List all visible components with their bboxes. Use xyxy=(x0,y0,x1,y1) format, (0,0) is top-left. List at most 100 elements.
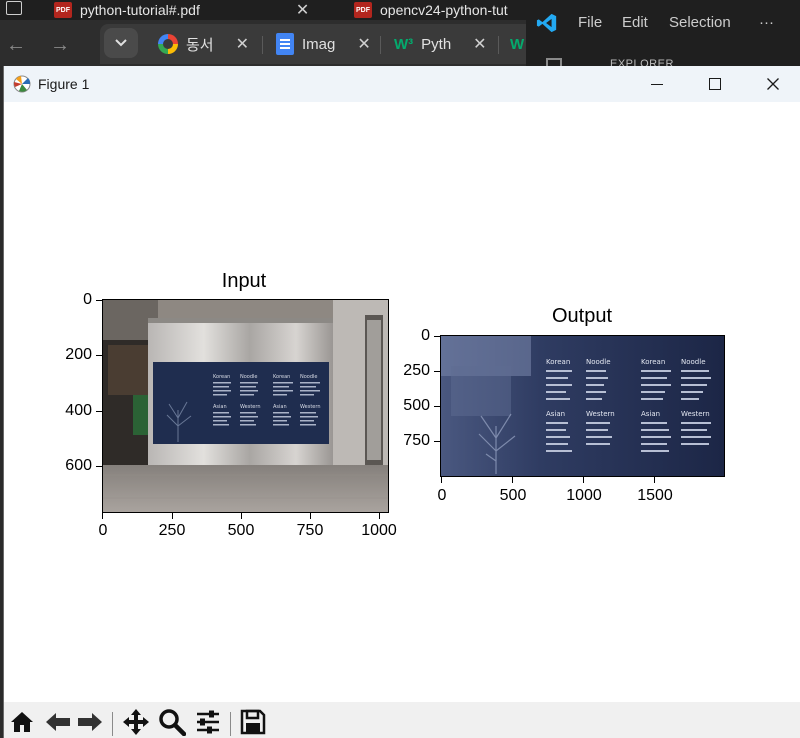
input-image: Korean Noodle Korean Noodle Asian Wester… xyxy=(103,300,388,512)
x-tick-mark xyxy=(310,513,311,519)
pdf-icon: PDF xyxy=(54,2,72,18)
w3schools-icon: W xyxy=(510,35,525,53)
svg-text:Western: Western xyxy=(300,404,321,410)
y-tick-label: 600 xyxy=(65,457,92,474)
tab-label: opencv24-python-tut xyxy=(380,2,508,18)
forward-arrow-icon[interactable]: → xyxy=(50,34,70,57)
google-icon xyxy=(158,34,178,54)
tab-label: Imag xyxy=(302,35,336,53)
y-tick-label: 750 xyxy=(403,432,430,449)
x-tick-mark xyxy=(512,477,513,483)
x-tick-label: 250 xyxy=(158,522,186,539)
tab-w3-partial[interactable]: W xyxy=(510,34,524,54)
close-button[interactable] xyxy=(744,66,800,102)
x-tick-mark xyxy=(172,513,173,519)
tab-label: 동서 xyxy=(186,36,214,54)
tab-label: python-tutorial#.pdf xyxy=(80,2,200,18)
floppy-disk-icon xyxy=(240,709,266,735)
x-tick-label: 750 xyxy=(296,522,324,539)
forward-button[interactable] xyxy=(76,708,104,736)
toolbar-separator xyxy=(112,712,113,736)
home-button[interactable] xyxy=(8,708,36,736)
svg-text:Asian: Asian xyxy=(546,410,565,418)
y-tick-label: 250 xyxy=(403,362,430,379)
figure-titlebar: Figure 1 xyxy=(4,66,800,102)
x-tick-mark xyxy=(583,477,584,483)
input-image-axes[interactable]: Korean Noodle Korean Noodle Asian Wester… xyxy=(102,299,389,513)
y-tick-mark xyxy=(434,336,440,337)
x-tick-mark xyxy=(654,477,655,483)
svg-text:Asian: Asian xyxy=(213,404,227,410)
menu-selection[interactable]: Selection xyxy=(669,14,731,31)
tab-actions-icon[interactable] xyxy=(6,1,22,15)
axes-title-output: Output xyxy=(551,305,613,327)
pdf-icon: PDF xyxy=(354,2,372,18)
x-tick-label: 0 xyxy=(437,487,447,504)
x-tick-label: 1000 xyxy=(361,522,397,539)
back-arrow-icon[interactable]: ← xyxy=(6,34,26,57)
y-tick-label: 500 xyxy=(403,397,430,414)
menu-edit[interactable]: Edit xyxy=(622,14,648,31)
tab-w3-python[interactable]: W³ Pyth ✕ xyxy=(394,34,487,54)
tab-divider xyxy=(262,36,263,54)
y-tick-mark xyxy=(96,355,102,356)
x-tick-mark xyxy=(379,513,380,519)
save-button[interactable] xyxy=(239,708,267,736)
y-tick-mark xyxy=(434,441,440,442)
back-icon xyxy=(46,713,70,731)
home-icon xyxy=(11,712,33,732)
output-image-axes[interactable]: Korean Noodle Korean Noodle Asian Wester… xyxy=(440,335,725,477)
svg-text:Korean: Korean xyxy=(546,358,570,366)
svg-text:Western: Western xyxy=(681,410,710,418)
y-tick-label: 200 xyxy=(65,346,92,363)
pan-button[interactable] xyxy=(122,708,150,736)
x-tick-label: 0 xyxy=(98,522,108,539)
close-icon[interactable]: ✕ xyxy=(236,34,249,54)
y-tick-label: 400 xyxy=(65,402,92,419)
svg-text:Western: Western xyxy=(586,410,615,418)
forward-icon xyxy=(78,713,102,731)
x-tick-label: 1000 xyxy=(566,487,602,504)
close-icon[interactable]: ✕ xyxy=(473,34,486,54)
y-tick-mark xyxy=(96,411,102,412)
y-tick-mark xyxy=(434,406,440,407)
vscode-window: File Edit Selection ··· EXPLORER xyxy=(526,0,800,70)
tab-python-tutorial[interactable]: PDF python-tutorial#.pdf ✕ xyxy=(54,0,309,20)
tab-search-button[interactable] xyxy=(104,28,138,58)
svg-text:Asian: Asian xyxy=(641,410,660,418)
y-tick-label: 0 xyxy=(421,327,430,344)
close-icon[interactable]: ✕ xyxy=(296,0,309,20)
browser-tab-strip: PDF python-tutorial#.pdf ✕ PDF opencv24-… xyxy=(0,0,526,20)
tab-image-doc[interactable]: Imag ✕ xyxy=(276,33,371,55)
tab-label: Pyth xyxy=(421,35,452,53)
move-icon xyxy=(123,709,149,735)
minimize-button[interactable] xyxy=(628,66,686,102)
svg-text:Noodle: Noodle xyxy=(300,374,318,380)
tab-divider xyxy=(380,36,381,54)
svg-text:Noodle: Noodle xyxy=(240,374,258,380)
axes-title-input: Input xyxy=(221,270,267,292)
menu-file[interactable]: File xyxy=(578,14,602,31)
tab-google[interactable]: 동서 ✕ xyxy=(158,34,249,54)
docs-icon xyxy=(276,33,294,55)
x-tick-mark xyxy=(102,513,103,519)
y-tick-mark xyxy=(434,371,440,372)
zoom-icon xyxy=(159,709,186,736)
svg-text:Noodle: Noodle xyxy=(681,358,706,366)
y-tick-mark xyxy=(96,300,102,301)
figure-canvas[interactable]: Input Korean Noodle Korean Noodle Asian … xyxy=(4,102,800,702)
close-icon[interactable]: ✕ xyxy=(357,34,370,54)
matplotlib-logo-icon xyxy=(13,75,31,93)
svg-text:Korean: Korean xyxy=(641,358,665,366)
figure-window: Figure 1 Input Korean Noodle Korean Nood… xyxy=(3,66,800,738)
more-menu-icon[interactable]: ··· xyxy=(759,14,774,31)
back-button[interactable] xyxy=(44,708,72,736)
maximize-button[interactable] xyxy=(686,66,744,102)
svg-text:Asian: Asian xyxy=(273,404,287,410)
zoom-button[interactable] xyxy=(158,708,186,736)
svg-text:Western: Western xyxy=(240,404,261,410)
svg-text:Korean: Korean xyxy=(273,374,290,380)
configure-subplots-button[interactable] xyxy=(194,708,222,736)
x-tick-label: 500 xyxy=(499,487,527,504)
tab-opencv24[interactable]: PDF opencv24-python-tut xyxy=(354,0,508,20)
